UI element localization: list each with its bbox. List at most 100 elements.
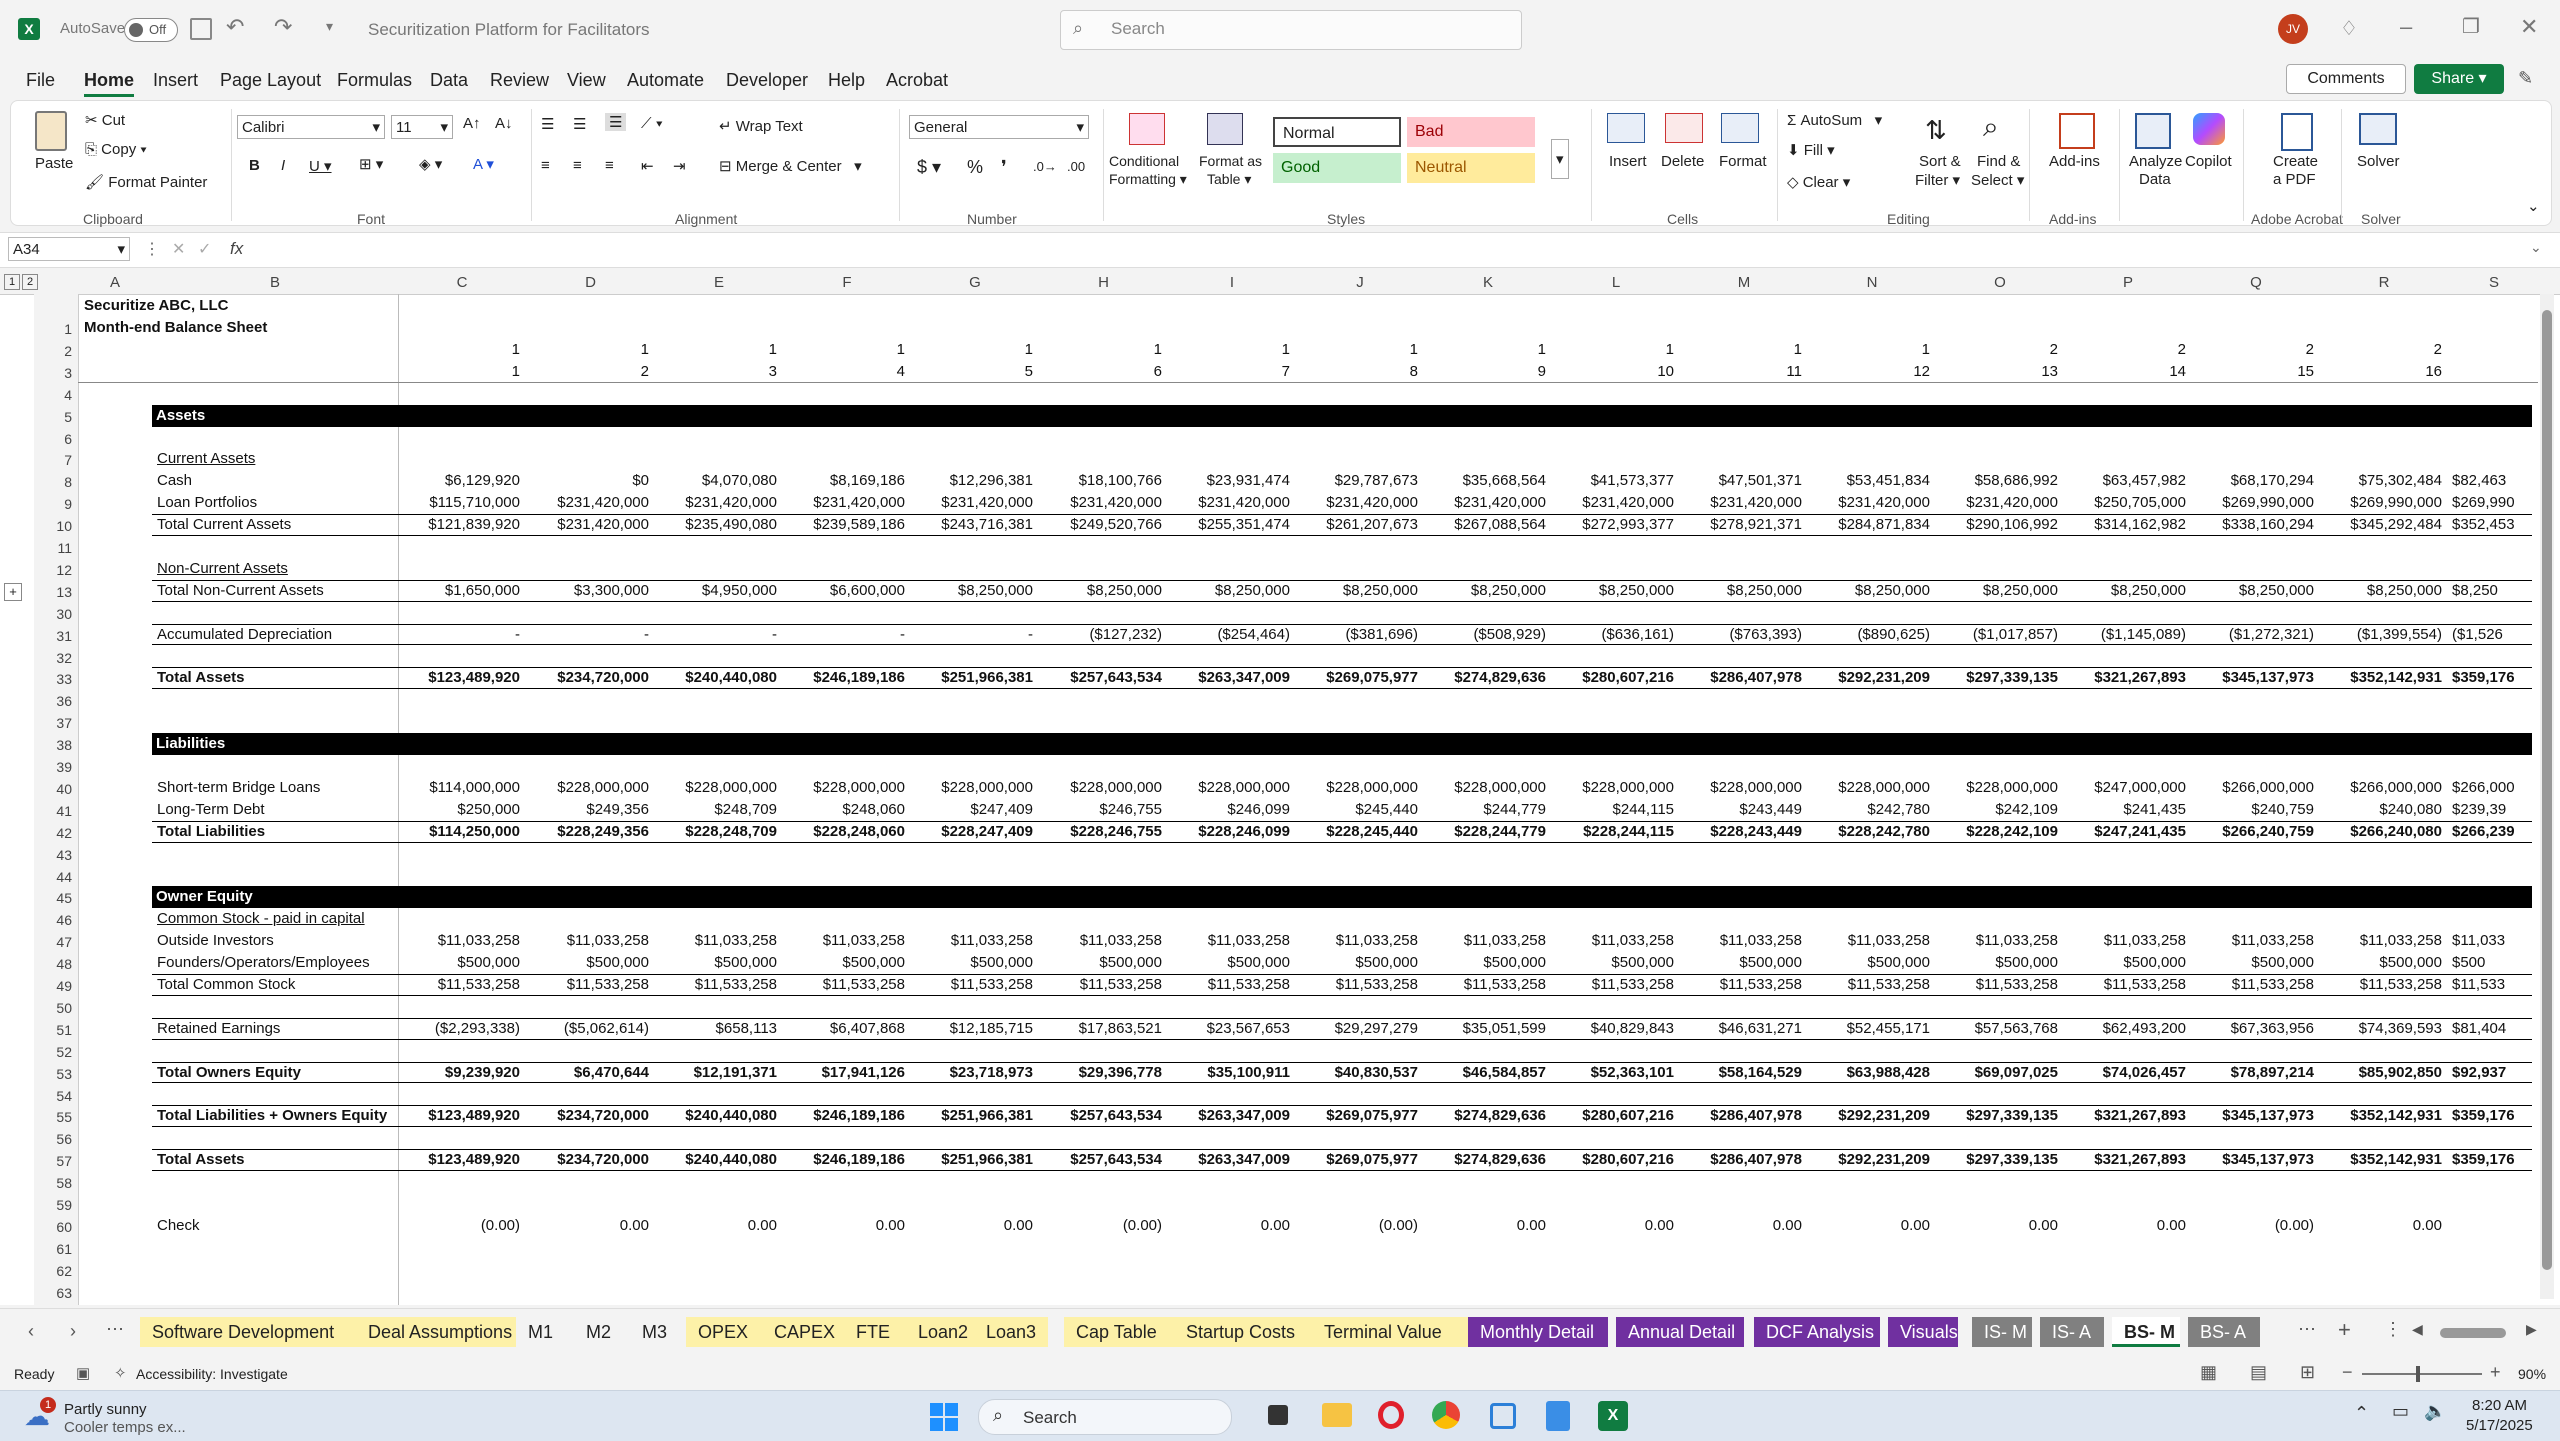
column-header-R[interactable]: R <box>2320 274 2448 291</box>
row-header[interactable]: 39 <box>56 759 72 775</box>
value-cell[interactable]: $11,033,258 <box>1039 932 1162 949</box>
value-cell[interactable]: $228,000,000 <box>1680 779 1802 796</box>
value-cell[interactable]: $41,573,377 <box>1552 472 1674 489</box>
value-cell[interactable]: $269,990,000 <box>2320 494 2442 511</box>
value-cell[interactable]: $234,720,000 <box>526 1151 649 1168</box>
vertical-scroll-thumb[interactable] <box>2542 310 2552 1270</box>
value-cell[interactable]: $247,241,435 <box>2064 823 2186 840</box>
value-cell[interactable]: 0.00 <box>1680 1217 1802 1234</box>
restore-icon[interactable]: ❐ <box>2462 14 2480 39</box>
value-cell[interactable]: $228,242,780 <box>1808 823 1930 840</box>
row-label[interactable]: Loan Portfolios <box>157 494 257 511</box>
value-cell[interactable]: $250,705,000 <box>2064 494 2186 511</box>
row-header[interactable]: 30 <box>56 606 72 622</box>
value-cell[interactable]: $269,075,977 <box>1296 669 1418 686</box>
value-cell[interactable]: - <box>911 626 1033 643</box>
row-label[interactable]: Retained Earnings <box>157 1020 280 1037</box>
menu-review[interactable]: Review <box>490 70 549 91</box>
decrease-font-icon[interactable]: A↓ <box>495 115 513 132</box>
value-cell[interactable]: $249,356 <box>526 801 649 818</box>
value-cell[interactable]: $11,533,258 <box>2320 976 2442 993</box>
row-label[interactable]: Total Non-Current Assets <box>157 582 324 599</box>
value-cell[interactable]: $46,584,857 <box>1424 1064 1546 1081</box>
value-cell[interactable]: $251,966,381 <box>911 669 1033 686</box>
value-cell[interactable]: $228,000,000 <box>1808 779 1930 796</box>
conditional-formatting-icon[interactable] <box>1129 113 1165 145</box>
value-cell[interactable]: $228,244,779 <box>1424 823 1546 840</box>
row-label[interactable]: Outside Investors <box>157 932 274 949</box>
value-cell[interactable]: 0.00 <box>1424 1217 1546 1234</box>
value-cell[interactable]: ($2,293,338) <box>398 1020 520 1037</box>
value-cell[interactable]: $231,420,000 <box>911 494 1033 511</box>
value-cell[interactable]: $11,533,258 <box>1552 976 1674 993</box>
delete-cells-button[interactable]: Delete <box>1661 153 1704 170</box>
company-name[interactable]: Securitize ABC, LLC <box>84 297 228 314</box>
row-header[interactable]: 45 <box>56 890 72 906</box>
period-counter-cell[interactable]: 13 <box>1936 363 2058 380</box>
macro-record-icon[interactable]: ▣ <box>76 1364 90 1382</box>
value-cell[interactable]: $292,231,209 <box>1808 1107 1930 1124</box>
value-cell[interactable]: $11,533,258 <box>398 976 520 993</box>
collapse-ribbon-icon[interactable]: ⌄ <box>2527 197 2540 215</box>
styles-expand-icon[interactable]: ▾ <box>1551 139 1569 179</box>
value-cell[interactable]: $239,589,186 <box>783 516 905 533</box>
period-counter-cell[interactable]: 9 <box>1424 363 1546 380</box>
value-cell[interactable]: $6,407,868 <box>783 1020 905 1037</box>
value-cell[interactable]: $228,000,000 <box>783 779 905 796</box>
column-header-A[interactable]: A <box>78 274 152 291</box>
value-cell[interactable]: $1,650,000 <box>398 582 520 599</box>
analyze-data-button[interactable]: Analyze <box>2129 153 2182 170</box>
value-cell[interactable]: $231,420,000 <box>1168 494 1290 511</box>
value-cell[interactable]: $500,000 <box>2320 954 2442 971</box>
normal-view-icon[interactable]: ▦ <box>2200 1362 2217 1383</box>
volume-icon[interactable]: 🔈 <box>2424 1401 2446 1422</box>
value-cell[interactable]: $321,267,893 <box>2064 1151 2186 1168</box>
period-counter-cell[interactable]: 1 <box>1680 341 1802 358</box>
value-cell[interactable]: $231,420,000 <box>526 516 649 533</box>
outline-level-2[interactable]: 2 <box>22 274 38 290</box>
value-cell[interactable]: $23,931,474 <box>1168 472 1290 489</box>
period-counter-cell[interactable]: 1 <box>1168 341 1290 358</box>
value-cell[interactable]: $500,000 <box>1168 954 1290 971</box>
value-cell[interactable]: $17,863,521 <box>1039 1020 1162 1037</box>
value-cell[interactable]: $8,250,000 <box>1808 582 1930 599</box>
value-cell[interactable]: $231,420,000 <box>783 494 905 511</box>
zoom-slider[interactable] <box>2362 1366 2482 1382</box>
period-counter-cell[interactable]: 2 <box>1936 341 2058 358</box>
row-label[interactable]: Total Current Assets <box>157 516 291 533</box>
period-counter-cell[interactable]: 1 <box>1424 341 1546 358</box>
value-cell[interactable]: $74,369,593 <box>2320 1020 2442 1037</box>
value-cell[interactable]: $255,351,474 <box>1168 516 1290 533</box>
sheet-tab[interactable]: FTE <box>844 1317 912 1347</box>
value-cell[interactable]: $11,033,258 <box>1680 932 1802 949</box>
value-cell[interactable]: $266,239 <box>2448 823 2544 840</box>
autosave-toggle[interactable]: Off <box>124 18 178 42</box>
row-header[interactable]: 51 <box>56 1022 72 1038</box>
autosum-button[interactable]: Σ AutoSum ▾ <box>1787 111 1882 129</box>
value-cell[interactable]: $11,033,258 <box>1808 932 1930 949</box>
copilot-button[interactable]: Copilot <box>2185 153 2232 170</box>
value-cell[interactable]: $352,142,931 <box>2320 1151 2442 1168</box>
value-cell[interactable]: $272,993,377 <box>1552 516 1674 533</box>
show-hidden-icons[interactable]: ⌃ <box>2354 1403 2369 1424</box>
value-cell[interactable]: $500,000 <box>655 954 777 971</box>
clock-date[interactable]: 5/17/2025 <box>2466 1417 2533 1434</box>
value-cell[interactable]: $244,115 <box>1552 801 1674 818</box>
value-cell[interactable]: $240,759 <box>2192 801 2314 818</box>
value-cell[interactable]: $274,829,636 <box>1424 1107 1546 1124</box>
value-cell[interactable]: $12,296,381 <box>911 472 1033 489</box>
value-cell[interactable]: $11,033,258 <box>2064 932 2186 949</box>
value-cell[interactable]: $63,988,428 <box>1808 1064 1930 1081</box>
value-cell[interactable]: $8,250,000 <box>2064 582 2186 599</box>
menu-insert[interactable]: Insert <box>153 70 198 91</box>
row-header[interactable]: 43 <box>56 847 72 863</box>
value-cell[interactable]: $123,489,920 <box>398 1151 520 1168</box>
period-counter-cell[interactable]: 2 <box>2320 341 2442 358</box>
value-cell[interactable]: $286,407,978 <box>1680 1151 1802 1168</box>
cut-button[interactable]: ✂ Cut <box>85 111 125 129</box>
sheet-subtitle[interactable]: Month-end Balance Sheet <box>84 319 267 336</box>
row-label[interactable]: Current Assets <box>157 450 255 467</box>
row-header[interactable]: 36 <box>56 693 72 709</box>
value-cell[interactable]: $257,643,534 <box>1039 669 1162 686</box>
format-as-table-icon[interactable] <box>1207 113 1243 145</box>
